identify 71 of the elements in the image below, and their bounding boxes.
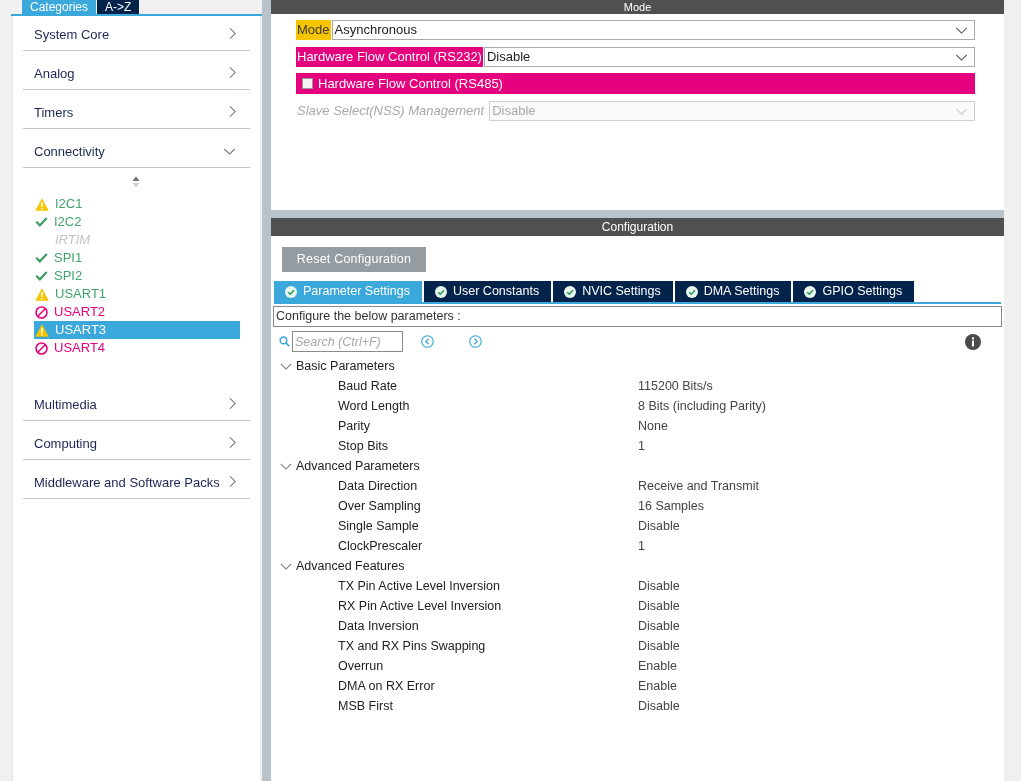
parameter-name: Single Sample: [338, 517, 420, 535]
parameter-name: Over Sampling: [338, 497, 422, 515]
parameter-value[interactable]: Disable: [638, 616, 680, 636]
parameter-value[interactable]: 8 Bits (including Parity): [638, 396, 766, 416]
field-label: Slave Select(NSS) Management: [296, 102, 486, 120]
search-icon: [279, 336, 290, 347]
parameter-name: Baud Rate: [338, 377, 399, 395]
peripheral-item[interactable]: USART4: [34, 339, 240, 357]
category-item[interactable]: Computing: [23, 421, 250, 460]
parameter-value[interactable]: 16 Samples: [638, 496, 704, 516]
parameter-name: Data Inversion: [338, 617, 420, 635]
parameter-name: Overrun: [338, 657, 385, 675]
parameter-value[interactable]: Disable: [638, 516, 680, 536]
sort-icon[interactable]: [131, 175, 140, 188]
check-circle-icon: [685, 285, 698, 298]
previous-icon[interactable]: [421, 335, 434, 348]
sidebar-tab[interactable]: A->Z: [97, 0, 140, 14]
check-circle-icon: [435, 285, 447, 298]
parameter-value[interactable]: Enable: [638, 676, 677, 696]
panel-title: Mode: [623, 0, 652, 14]
parameter-value[interactable]: Disable: [638, 636, 680, 656]
settings-tab[interactable]: DMA Settings: [674, 281, 792, 302]
parameter-name: RX Pin Active Level Inversion: [338, 597, 503, 615]
parameter-value[interactable]: Disable: [638, 576, 680, 596]
parameter-name: Data Direction: [338, 477, 419, 495]
checkbox-label: Hardware Flow Control (RS485): [318, 74, 503, 93]
settings-tab[interactable]: User Constants: [424, 281, 552, 302]
dropdown[interactable]: Asynchronous: [331, 20, 975, 40]
group-label[interactable]: Basic Parameters: [296, 356, 395, 376]
check-circle-icon: [285, 285, 297, 298]
category-item[interactable]: Connectivity: [23, 129, 250, 168]
info-icon[interactable]: [965, 333, 981, 350]
parameter-value[interactable]: 1: [638, 436, 645, 456]
group-label[interactable]: Advanced Features: [296, 556, 405, 576]
checkbox[interactable]: [302, 78, 313, 89]
parameter-value[interactable]: Disable: [638, 596, 680, 616]
parameter-name: Stop Bits: [338, 437, 390, 455]
parameter-name: DMA on RX Error: [338, 677, 436, 695]
check-circle-icon: [564, 285, 577, 298]
parameter-name: ClockPrescaler: [338, 537, 424, 555]
parameter-value[interactable]: Disable: [638, 696, 680, 716]
check-circle-icon: [804, 285, 817, 298]
field-label: Hardware Flow Control (RS232): [296, 47, 483, 67]
settings-tab[interactable]: NVIC Settings: [553, 281, 673, 302]
group-label[interactable]: Advanced Parameters: [296, 456, 420, 476]
parameter-value[interactable]: Enable: [638, 656, 677, 676]
parameter-value[interactable]: None: [638, 416, 668, 436]
parameter-value[interactable]: Receive and Transmit: [638, 476, 759, 496]
parameter-value[interactable]: 115200 Bits/s: [638, 376, 713, 396]
peripheral-item[interactable]: USART2: [34, 303, 240, 321]
parameter-name: TX and RX Pins Swapping: [338, 637, 487, 655]
dropdown: Disable: [489, 101, 975, 121]
panel-title: Configuration: [601, 219, 674, 236]
chevron-down-icon: [955, 26, 968, 34]
search-field[interactable]: Search (Ctrl+F): [292, 331, 403, 352]
settings-tab[interactable]: GPIO Settings: [793, 281, 915, 302]
field-label: Mode: [296, 20, 331, 40]
chevron-down-icon: [955, 53, 968, 61]
category-item[interactable]: Middleware and Software Packs: [23, 460, 250, 499]
parameter-name: MSB First: [338, 697, 394, 715]
next-icon[interactable]: [469, 335, 482, 348]
description-text: Configure the below parameters :: [273, 306, 1002, 327]
parameter-name: Parity: [338, 417, 371, 435]
parameter-name: Word Length: [338, 397, 411, 415]
category-item[interactable]: Analog: [23, 51, 250, 90]
category-item[interactable]: Timers: [23, 90, 250, 129]
dropdown[interactable]: Disable: [483, 47, 975, 67]
chevron-down-icon: [955, 107, 968, 115]
category-item[interactable]: Multimedia: [23, 382, 250, 421]
parameter-value[interactable]: 1: [638, 536, 645, 556]
parameter-name: TX Pin Active Level Inversion: [338, 577, 501, 595]
